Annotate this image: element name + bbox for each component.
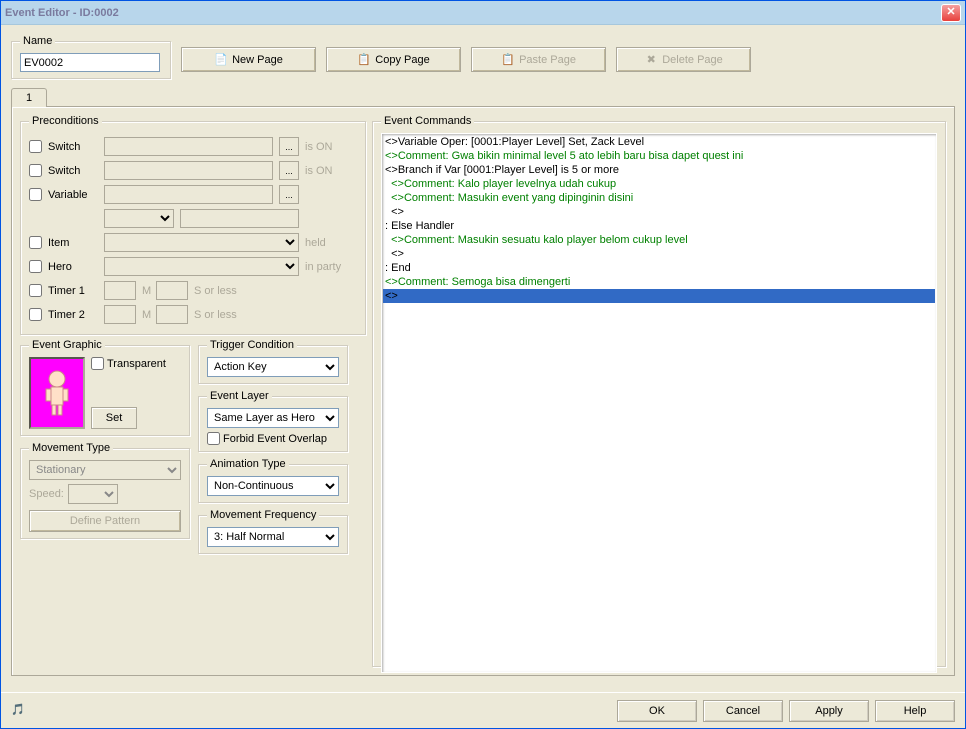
precondition-row: Variable... xyxy=(29,184,357,205)
precon-field xyxy=(104,185,273,204)
timer-sec xyxy=(156,305,188,324)
music-icon[interactable]: 🎵 xyxy=(11,703,27,719)
close-icon[interactable]: ✕ xyxy=(941,4,961,22)
event-layer-group: Event Layer Same Layer as Hero Forbid Ev… xyxy=(198,390,348,452)
transparent-checkbox[interactable] xyxy=(91,357,104,370)
timer-min xyxy=(104,305,136,324)
precondition-row: Switch...is ON xyxy=(29,160,357,181)
trigger-condition-group: Trigger Condition Action Key xyxy=(198,339,348,384)
window-title: Event Editor - ID:0002 xyxy=(5,7,941,19)
copy-page-button[interactable]: 📋 Copy Page xyxy=(326,47,461,72)
forbid-overlap-checkbox[interactable] xyxy=(207,432,220,445)
timer-min xyxy=(104,281,136,300)
ellipsis-button: ... xyxy=(279,137,299,156)
precon-checkbox[interactable] xyxy=(29,308,42,321)
precondition-row: Timer 2MS or less xyxy=(29,304,357,325)
copy-page-icon: 📋 xyxy=(357,53,371,67)
new-page-button[interactable]: 📄 New Page xyxy=(181,47,316,72)
command-line[interactable]: : Else Handler xyxy=(383,219,935,233)
forbid-overlap-row[interactable]: Forbid Event Overlap xyxy=(207,432,339,445)
precon-checkbox[interactable] xyxy=(29,260,42,273)
command-line[interactable]: <> xyxy=(383,289,935,303)
help-button[interactable]: Help xyxy=(875,700,955,722)
trigger-select[interactable]: Action Key xyxy=(207,357,339,377)
define-pattern-button: Define Pattern xyxy=(29,510,181,532)
content-area: Name 📄 New Page 📋 Copy Page 📋 Paste Page… xyxy=(1,25,965,728)
command-line[interactable]: <>Branch if Var [0001:Player Level] is 5… xyxy=(383,163,935,177)
ellipsis-button: ... xyxy=(279,161,299,180)
timer-sec xyxy=(156,281,188,300)
precon-field xyxy=(104,161,273,180)
name-input[interactable] xyxy=(20,53,160,72)
paste-page-button: 📋 Paste Page xyxy=(471,47,606,72)
delete-page-icon: ✖ xyxy=(644,53,658,67)
transparent-checkbox-row[interactable]: Transparent xyxy=(91,357,166,370)
animation-type-group: Animation Type Non-Continuous xyxy=(198,458,348,503)
sprite-icon xyxy=(42,369,72,417)
precondition-row: Timer 1MS or less xyxy=(29,280,357,301)
command-line[interactable]: <>Comment: Semoga bisa dimengerti xyxy=(383,275,935,289)
tab-1[interactable]: 1 xyxy=(11,88,47,107)
bottom-bar: 🎵 OK Cancel Apply Help xyxy=(1,692,965,728)
movement-type-group: Movement Type Stationary Speed: Define P… xyxy=(20,442,190,539)
command-line[interactable]: <>Comment: Masukin event yang dipinginin… xyxy=(383,191,935,205)
speed-select xyxy=(68,484,118,504)
animation-select[interactable]: Non-Continuous xyxy=(207,476,339,496)
precon-checkbox[interactable] xyxy=(29,140,42,153)
event-commands-list[interactable]: <>Variable Oper: [0001:Player Level] Set… xyxy=(381,133,937,673)
tab-panel: Preconditions Switch...is ONSwitch...is … xyxy=(11,106,955,676)
layer-select[interactable]: Same Layer as Hero xyxy=(207,408,339,428)
name-label: Name xyxy=(20,35,55,47)
command-line[interactable]: <>Comment: Masukin sesuatu kalo player b… xyxy=(383,233,935,247)
command-line[interactable]: <>Comment: Kalo player levelnya udah cuk… xyxy=(383,177,935,191)
precondition-row: Itemheld xyxy=(29,232,357,253)
movement-type-select[interactable]: Stationary xyxy=(29,460,181,480)
command-line[interactable]: <> xyxy=(383,247,935,261)
delete-page-button: ✖ Delete Page xyxy=(616,47,751,72)
ok-button[interactable]: OK xyxy=(617,700,697,722)
sprite-preview[interactable] xyxy=(29,357,85,429)
event-commands-group: Event Commands <>Variable Oper: [0001:Pl… xyxy=(372,115,946,667)
precon-select xyxy=(104,257,299,276)
preconditions-group: Preconditions Switch...is ONSwitch...is … xyxy=(20,115,366,335)
var-value xyxy=(180,209,299,228)
paste-page-icon: 📋 xyxy=(501,53,515,67)
new-page-icon: 📄 xyxy=(214,53,228,67)
precon-field xyxy=(104,137,273,156)
precon-checkbox[interactable] xyxy=(29,188,42,201)
name-group: Name xyxy=(11,35,171,79)
cancel-button[interactable]: Cancel xyxy=(703,700,783,722)
set-graphic-button[interactable]: Set xyxy=(91,407,137,429)
precon-checkbox[interactable] xyxy=(29,236,42,249)
command-line[interactable]: <> xyxy=(383,205,935,219)
movement-frequency-group: Movement Frequency 3: Half Normal xyxy=(198,509,348,554)
precon-checkbox[interactable] xyxy=(29,164,42,177)
apply-button[interactable]: Apply xyxy=(789,700,869,722)
command-line[interactable]: <>Variable Oper: [0001:Player Level] Set… xyxy=(383,135,935,149)
precondition-row: Heroin party xyxy=(29,256,357,277)
precon-checkbox[interactable] xyxy=(29,284,42,297)
event-graphic-group: Event Graphic xyxy=(20,339,190,436)
var-op-select xyxy=(104,209,174,228)
titlebar[interactable]: Event Editor - ID:0002 ✕ xyxy=(1,1,965,25)
event-editor-window: Event Editor - ID:0002 ✕ Name 📄 New Page… xyxy=(0,0,966,729)
precondition-row: Switch...is ON xyxy=(29,136,357,157)
command-line[interactable]: : End xyxy=(383,261,935,275)
page-tabs: 1 Preconditions Switch...is ONSwitch...i… xyxy=(11,87,955,676)
command-line[interactable]: <>Comment: Gwa bikin minimal level 5 ato… xyxy=(383,149,935,163)
frequency-select[interactable]: 3: Half Normal xyxy=(207,527,339,547)
ellipsis-button: ... xyxy=(279,185,299,204)
precon-select xyxy=(104,233,299,252)
